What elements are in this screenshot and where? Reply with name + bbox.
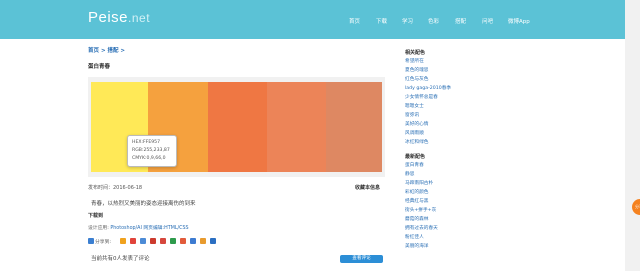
breadcrumb-section[interactable]: 搭配 (107, 48, 118, 54)
description: 青春，以热烈又美丽的姿态迎接离伤的到来 (91, 201, 196, 207)
nav-weibo-app[interactable]: 微博App (508, 17, 530, 25)
nav-match[interactable]: 搭配 (455, 17, 466, 25)
share-plus-icon[interactable] (88, 238, 94, 244)
sidebar-latest-item[interactable]: 蛋白青春 (405, 162, 424, 168)
collect-link[interactable]: 收藏本信息 (355, 184, 380, 191)
swatch-5[interactable] (326, 82, 382, 172)
nav-color[interactable]: 色彩 (428, 17, 439, 25)
sidebar-related-item[interactable]: lady gaga-2010春季 (405, 85, 451, 91)
chevron-right-icon: > (100, 48, 106, 54)
sidebar-related-item[interactable]: 冰红和绿色 (405, 139, 428, 145)
comment-count: 当前共有0人发表了评论 (91, 256, 150, 262)
view-comments-button[interactable]: 查看评论 (340, 255, 383, 263)
sidebar-related-item[interactable]: 嗯嗯女士 (405, 103, 424, 109)
breadcrumb-home[interactable]: 首页 (88, 48, 99, 54)
download-heading: 下载到 (88, 213, 104, 219)
baidu-icon[interactable] (200, 238, 206, 244)
tooltip-hex: HEX:FFE957 (132, 140, 161, 145)
renren-icon[interactable] (150, 238, 156, 244)
tencent-weibo-icon[interactable] (140, 238, 146, 244)
sidebar-related-item[interactable]: 希望所在 (405, 58, 424, 64)
site-logo[interactable]: Peise.net (88, 9, 150, 26)
sidebar-related-item[interactable]: 夏色的魂思 (405, 67, 428, 73)
weibo-icon[interactable] (130, 238, 136, 244)
nav-download[interactable]: 下载 (376, 17, 387, 25)
sidebar-latest-heading: 最新配色 (405, 154, 426, 160)
design-app-links[interactable]: Photoshop/AI 网页编辑:HTML/CSS (110, 226, 188, 231)
more-share-icon[interactable] (210, 238, 216, 244)
sidebar-latest-item[interactable]: 街头+拼手+灰 (405, 207, 436, 213)
sidebar-latest-item[interactable]: 粉红佳人 (405, 234, 424, 240)
share-label: 分享到: (95, 240, 112, 245)
breadcrumb: 首页 > 搭配 > (88, 46, 125, 54)
publish-date: 发布时间：2016-06-18 (88, 185, 143, 191)
sidebar-related-item[interactable]: 美好的心情 (405, 121, 428, 127)
douban-icon[interactable] (160, 238, 166, 244)
sidebar-latest-item[interactable]: 蘑菇的森林 (405, 216, 428, 222)
sidebar-latest-item[interactable]: 美丽的海洋 (405, 243, 428, 249)
design-apps: 设计应用: Photoshop/AI 网页编辑:HTML/CSS (88, 224, 189, 231)
swatch-4[interactable] (267, 82, 326, 172)
sidebar-latest-item[interactable]: 马蹄南阳古朴 (405, 180, 433, 186)
scrollbar[interactable] (625, 0, 640, 271)
chevron-right-icon: > (120, 48, 126, 54)
swatch-3[interactable] (208, 82, 267, 172)
sidebar-latest-item[interactable]: 彩虹的颜色 (405, 189, 428, 195)
design-prefix: 设计应用: (88, 226, 109, 231)
sidebar-related-item[interactable]: 风调雨顺 (405, 130, 424, 136)
kaixin-icon[interactable] (170, 238, 176, 244)
sidebar-related-heading: 相关配色 (405, 50, 426, 56)
sidebar-related-item[interactable]: 红色与灰色 (405, 76, 428, 82)
sidebar-latest-item[interactable]: 静思 (405, 171, 414, 177)
taobao-icon[interactable] (180, 238, 186, 244)
color-tooltip: HEX:FFE957 RGB:255,233,87 CMYK:0,9,66,0 (127, 135, 177, 167)
nav-learn[interactable]: 学习 (402, 17, 413, 25)
header-bar: Peise.net 首页 下载 学习 色彩 搭配 问吧 微博App (0, 0, 640, 39)
nav-ask[interactable]: 问吧 (482, 17, 493, 25)
tooltip-rgb: RGB:255,233,87 (132, 148, 170, 153)
qq-icon[interactable] (190, 238, 196, 244)
nav-home[interactable]: 首页 (349, 17, 360, 25)
tooltip-cmyk: CMYK:0,9,66,0 (132, 156, 166, 161)
sidebar-latest-item[interactable]: 拥有过去的春天 (405, 225, 438, 231)
sidebar-latest-item[interactable]: 经典红与黑 (405, 198, 428, 204)
page-title: 蛋白青春 (88, 64, 111, 70)
qzone-icon[interactable] (120, 238, 126, 244)
sidebar-related-item[interactable]: 少女情怀总是春 (405, 94, 438, 100)
sidebar-related-item[interactable]: 窗弥讯 (405, 112, 419, 118)
